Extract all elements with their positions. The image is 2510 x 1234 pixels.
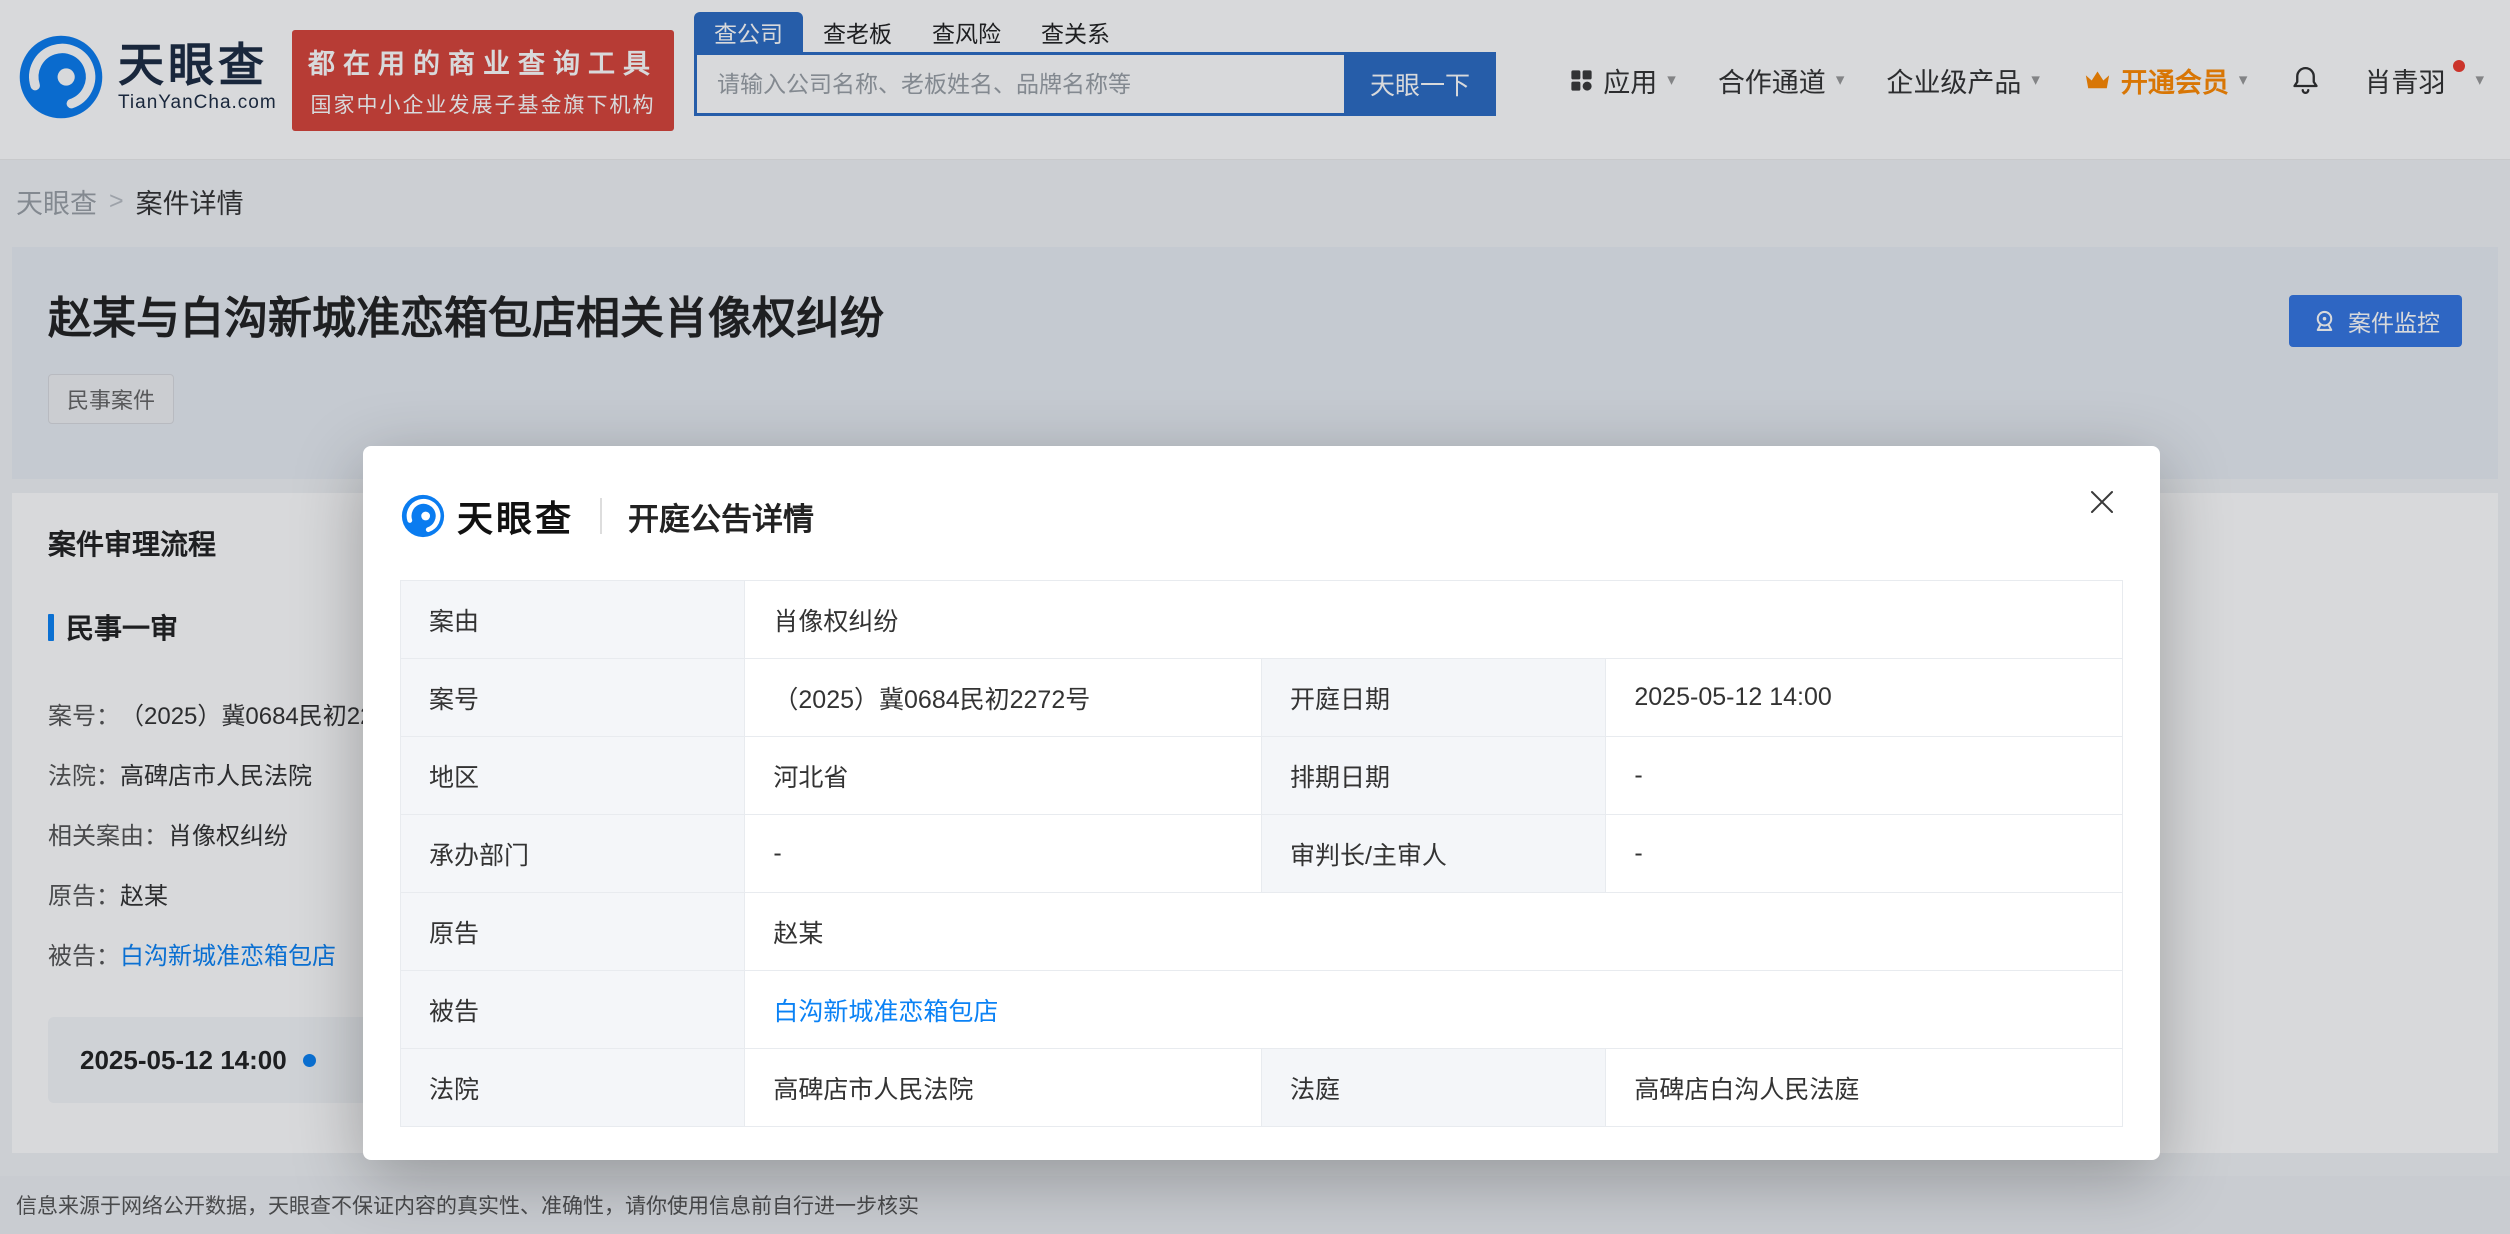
cell-value: 高碑店市人民法院 bbox=[745, 1049, 1262, 1127]
table-row: 原告 赵某 bbox=[401, 893, 2123, 971]
cell-label: 审判长/主审人 bbox=[1261, 815, 1605, 893]
cell-value: 河北省 bbox=[745, 737, 1262, 815]
hearing-detail-table: 案由 肖像权纠纷 案号 （2025）冀0684民初2272号 开庭日期 2025… bbox=[400, 580, 2123, 1127]
cell-value: - bbox=[1606, 815, 2123, 893]
cell-value: 2025-05-12 14:00 bbox=[1606, 659, 2123, 737]
cell-value: - bbox=[745, 815, 1262, 893]
cell-label: 原告 bbox=[401, 893, 745, 971]
cell-label: 案号 bbox=[401, 659, 745, 737]
modal-brand-name: 天眼查 bbox=[457, 490, 574, 542]
close-icon[interactable] bbox=[2080, 480, 2124, 524]
defendant-company-link[interactable]: 白沟新城准恋箱包店 bbox=[745, 971, 2123, 1049]
hearing-announcement-modal: 天眼查 开庭公告详情 案由 肖像权纠纷 案号 （2025）冀0684民初2272… bbox=[363, 446, 2160, 1160]
table-row: 案由 肖像权纠纷 bbox=[401, 581, 2123, 659]
table-row: 被告 白沟新城准恋箱包店 bbox=[401, 971, 2123, 1049]
cell-label: 承办部门 bbox=[401, 815, 745, 893]
table-row: 法院 高碑店市人民法院 法庭 高碑店白沟人民法庭 bbox=[401, 1049, 2123, 1127]
divider bbox=[600, 498, 602, 534]
table-row: 承办部门 - 审判长/主审人 - bbox=[401, 815, 2123, 893]
modal-header: 天眼查 开庭公告详情 bbox=[363, 446, 2160, 576]
tianyancha-logo-icon bbox=[401, 494, 445, 538]
cell-label: 开庭日期 bbox=[1261, 659, 1605, 737]
cell-value: - bbox=[1606, 737, 2123, 815]
cell-value: 高碑店白沟人民法庭 bbox=[1606, 1049, 2123, 1127]
cell-label: 被告 bbox=[401, 971, 745, 1049]
table-row: 地区 河北省 排期日期 - bbox=[401, 737, 2123, 815]
cell-label: 排期日期 bbox=[1261, 737, 1605, 815]
cell-label: 案由 bbox=[401, 581, 745, 659]
table-row: 案号 （2025）冀0684民初2272号 开庭日期 2025-05-12 14… bbox=[401, 659, 2123, 737]
cell-value: 赵某 bbox=[745, 893, 2123, 971]
cell-label: 法院 bbox=[401, 1049, 745, 1127]
modal-title: 开庭公告详情 bbox=[628, 494, 814, 539]
cell-value: 肖像权纠纷 bbox=[745, 581, 2123, 659]
cell-value: （2025）冀0684民初2272号 bbox=[745, 659, 1262, 737]
cell-label: 地区 bbox=[401, 737, 745, 815]
cell-label: 法庭 bbox=[1261, 1049, 1605, 1127]
